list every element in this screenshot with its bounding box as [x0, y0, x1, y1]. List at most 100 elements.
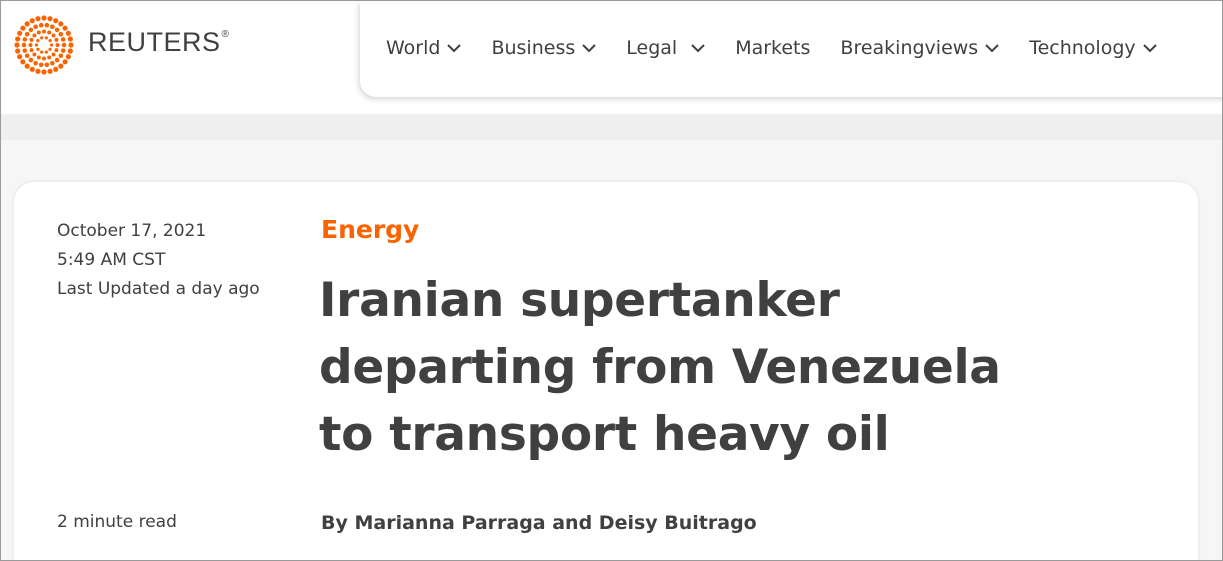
logo-dot — [35, 16, 41, 22]
nav-item-label: Technology — [1029, 37, 1136, 59]
logo-dot — [32, 33, 37, 38]
logo-dot — [34, 43, 39, 47]
chevron-down-icon — [691, 44, 705, 53]
logo-dot — [62, 25, 68, 31]
logo-dot — [48, 47, 52, 52]
chevron-down-icon — [985, 44, 999, 53]
page: REUTERS ® World Business Legal Markets B… — [0, 0, 1223, 561]
logo-dot — [60, 37, 66, 42]
logo-dot — [51, 52, 56, 57]
logo-dot — [24, 31, 30, 37]
article-byline: By Marianna Parraga and Deisy Buitrago — [321, 512, 757, 534]
logo-dot — [60, 48, 66, 53]
logo-dot — [65, 30, 71, 36]
chevron-down-icon — [1142, 44, 1157, 53]
logo-dot — [40, 50, 44, 54]
publish-date: October 17, 2021 — [57, 221, 207, 241]
logo-dot — [50, 24, 55, 30]
header-separator — [1, 114, 1222, 140]
logo-dot — [50, 60, 55, 66]
registered-mark: ® — [221, 28, 229, 40]
logo-dot — [17, 54, 23, 60]
logo-dot — [47, 30, 52, 35]
article-meta: October 17, 2021 5:49 AM CST Last Update… — [57, 217, 297, 304]
nav-item-breakingviews[interactable]: Breakingviews — [840, 37, 999, 59]
logo-dot — [21, 42, 27, 48]
nav-item-legal[interactable]: Legal — [626, 37, 705, 59]
main-navigation-panel: World Business Legal Markets Breakingvie… — [360, 1, 1222, 97]
logo-dot — [33, 60, 38, 66]
chevron-down-icon — [447, 44, 462, 53]
logo-dot — [68, 42, 74, 48]
logo-dot — [24, 63, 30, 69]
main-navigation: World Business Legal Markets Breakingvie… — [386, 37, 1187, 59]
logo-dot — [29, 66, 35, 72]
last-updated: Last Updated a day ago — [57, 279, 260, 299]
logo-dot — [55, 43, 60, 47]
nav-item-markets[interactable]: Markets — [735, 37, 810, 59]
read-time: 2 minute read — [57, 512, 177, 532]
logo-dot — [44, 22, 50, 28]
section-link-energy[interactable]: Energy — [321, 215, 419, 244]
logo-dot — [20, 25, 26, 31]
nav-item-world[interactable]: World — [386, 37, 462, 59]
logo-dot — [17, 30, 23, 36]
logo-dot — [36, 38, 40, 43]
logo-dot — [54, 57, 60, 63]
chevron-down-icon — [582, 44, 596, 53]
article-headline: Iranian supertanker departing from Venez… — [319, 273, 1001, 462]
nav-item-technology[interactable]: Technology — [1029, 37, 1157, 59]
logo-dot — [36, 55, 41, 60]
logo-dot — [42, 56, 46, 61]
logo-dot — [67, 36, 73, 42]
logo-dot — [29, 37, 34, 42]
logo-dot — [24, 21, 30, 27]
logo-dot — [36, 30, 41, 35]
logo-dot — [41, 15, 47, 21]
logo-dot — [42, 29, 46, 34]
logo-dot — [20, 59, 26, 65]
nav-item-label: Markets — [735, 37, 811, 59]
logo-dot — [54, 37, 59, 42]
logo-wordmark: REUTERS — [88, 26, 221, 57]
reuters-logo-icon — [14, 15, 74, 75]
logo-dot — [22, 37, 28, 42]
logo-dot — [38, 22, 44, 28]
logo-dot — [53, 18, 59, 24]
logo-dot — [14, 42, 20, 48]
logo-dot — [28, 27, 34, 33]
logo-dot — [49, 43, 54, 47]
publish-time: 5:49 AM CST — [57, 250, 166, 270]
logo-dot — [53, 66, 59, 72]
logo-dot — [15, 48, 21, 54]
logo-dot — [51, 33, 56, 38]
logo-dot — [28, 43, 33, 47]
nav-item-label: World — [386, 37, 441, 59]
logo-dot — [40, 36, 44, 40]
logo-dot — [54, 48, 59, 53]
logo-dot — [44, 36, 48, 40]
logo-dot — [29, 48, 34, 53]
logo-dot — [58, 53, 64, 59]
logo-dot — [22, 48, 28, 53]
logo-dot — [62, 59, 68, 65]
logo-dot — [67, 48, 73, 54]
logo-dot — [36, 47, 40, 52]
logo-dot — [38, 62, 44, 68]
logo-dot — [65, 54, 71, 60]
logo-dot — [58, 63, 64, 69]
logo-dot — [15, 36, 21, 42]
logo-dot — [28, 57, 34, 63]
logo-dot — [35, 68, 41, 74]
logo-dot — [24, 53, 30, 59]
logo-dot — [29, 18, 35, 24]
nav-item-label: Breakingviews — [840, 37, 979, 59]
logo-dot — [58, 31, 64, 37]
reuters-logo[interactable]: REUTERS ® — [13, 15, 229, 75]
logo-dot — [48, 38, 52, 43]
logo-dot — [41, 69, 47, 75]
logo-dot — [33, 24, 38, 30]
nav-item-label: Business — [491, 37, 576, 59]
logo-dot — [47, 16, 53, 22]
nav-item-business[interactable]: Business — [491, 37, 596, 59]
